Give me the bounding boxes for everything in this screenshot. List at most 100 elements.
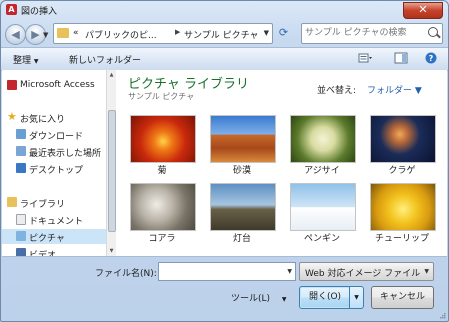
hydrangeas-image xyxy=(290,115,356,163)
file-type-dropdown-icon: ▼ xyxy=(424,268,429,275)
sort-label: 並べ替え: xyxy=(317,86,357,96)
breadcrumb-separator-icon[interactable]: ▶ xyxy=(175,28,180,36)
search-icon xyxy=(428,27,438,37)
thumbnail-caption: 菊 xyxy=(157,166,167,176)
thumbnail-caption: クラゲ xyxy=(388,166,416,176)
organize-label: 整理 xyxy=(13,56,32,66)
file-type-value: Web 対応イメージ ファイル xyxy=(305,269,421,279)
documents-icon xyxy=(16,214,26,225)
main-pane: Microsoft Access ★ お気に入り ダウンロード 最近表示した場所… xyxy=(2,70,447,257)
resize-grip-icon[interactable] xyxy=(438,311,446,319)
download-folder-icon xyxy=(16,129,26,139)
thumbnail-item[interactable]: ペンギン xyxy=(288,183,356,244)
tools-dropdown-icon: ▼ xyxy=(281,296,287,303)
desktop-icon xyxy=(16,163,26,173)
navigation-pane-scrollbar[interactable]: ▲ ▼ xyxy=(106,70,116,256)
tools-menu-button[interactable]: ツール(L) ▼ xyxy=(231,291,287,304)
scrollbar-thumb[interactable] xyxy=(108,110,116,232)
nav-item-label: ドキュメント xyxy=(29,217,84,227)
pictures-icon xyxy=(16,231,26,241)
lighthouse-image xyxy=(210,183,276,231)
thumbnail-item[interactable]: アジサイ xyxy=(288,115,356,176)
nav-item-label: 最近表示した場所 xyxy=(29,149,102,159)
nav-item-videos[interactable]: ビデオ xyxy=(2,246,106,256)
videos-icon xyxy=(16,248,26,256)
thumbnail-caption: アジサイ xyxy=(304,166,340,176)
cancel-button[interactable]: キャンセル xyxy=(371,286,434,309)
access-icon xyxy=(7,80,17,90)
jellyfish-image xyxy=(370,115,436,163)
nav-item-libraries[interactable]: ライブラリ xyxy=(2,195,106,210)
nav-item-label: Microsoft Access xyxy=(20,80,95,90)
navigation-bar: ◀ ▶ ▼ « パブリックのピ... ▶ サンプル ピクチャ ▼ ⟳ xyxy=(1,19,448,47)
filename-dropdown-icon[interactable]: ▼ xyxy=(287,268,292,275)
open-button[interactable]: 開く(O) xyxy=(299,286,351,309)
chrysanthemum-image xyxy=(130,115,196,163)
close-button[interactable]: ✕ xyxy=(403,2,443,19)
nav-item-desktop[interactable]: デスクトップ xyxy=(2,161,106,176)
thumbnail-caption: 砂漠 xyxy=(232,166,251,176)
thumbnail-caption: ペンギン xyxy=(303,234,340,244)
library-icon xyxy=(7,197,17,207)
change-view-icon[interactable] xyxy=(358,52,372,64)
preview-pane-icon[interactable] xyxy=(394,52,408,64)
address-bar[interactable]: « パブリックのピ... ▶ サンプル ピクチャ ▼ xyxy=(53,23,273,44)
thumbnail-caption: チューリップ xyxy=(374,234,429,244)
help-icon[interactable]: ? xyxy=(424,52,438,64)
window-title: 図の挿入 xyxy=(21,7,58,17)
insert-picture-dialog: A 図の挿入 ✕ ◀ ▶ ▼ « パブリックのピ... ▶ サンプル ピクチャ … xyxy=(0,0,449,322)
thumbnail-item[interactable]: チューリップ xyxy=(368,183,436,244)
dialog-footer: ファイル名(N): ▼ Web 対応イメージ ファイル ▼ ツール(L) ▼ 開… xyxy=(1,257,448,321)
thumbnail-item[interactable]: コアラ xyxy=(128,183,196,244)
nav-item-label: ダウンロード xyxy=(29,132,84,142)
organize-menu[interactable]: 整理 ▼ xyxy=(13,53,39,66)
nav-item-downloads[interactable]: ダウンロード xyxy=(2,127,106,142)
sort-by-dropdown[interactable]: フォルダー ▼ xyxy=(367,83,422,96)
tulips-image xyxy=(370,183,436,231)
address-dropdown-icon[interactable]: ▼ xyxy=(264,29,269,37)
filename-combobox[interactable]: ▼ xyxy=(158,262,296,281)
nav-item-recent-places[interactable]: 最近表示した場所 xyxy=(2,144,106,159)
nav-item-label: デスクトップ xyxy=(29,166,84,176)
recent-locations-dropdown-icon[interactable]: ▼ xyxy=(43,31,48,39)
file-type-select[interactable]: Web 対応イメージ ファイル ▼ xyxy=(299,262,434,281)
file-list-pane: ピクチャ ライブラリ サンプル ピクチャ 並べ替え: フォルダー ▼ 菊 砂漠 … xyxy=(116,70,447,256)
command-toolbar: 整理 ▼ 新しいフォルダー ? xyxy=(1,47,448,71)
recent-places-icon xyxy=(16,146,26,156)
thumbnail-item[interactable]: クラゲ xyxy=(368,115,436,176)
search-box[interactable] xyxy=(301,23,443,44)
filename-label: ファイル名(N): xyxy=(95,269,157,279)
tools-label: ツール(L) xyxy=(231,294,271,304)
nav-item-label: ピクチャ xyxy=(29,234,65,244)
organize-dropdown-icon: ▼ xyxy=(33,58,39,65)
nav-item-documents[interactable]: ドキュメント xyxy=(2,212,106,227)
title-bar: A 図の挿入 ✕ xyxy=(1,1,448,19)
new-folder-button[interactable]: 新しいフォルダー xyxy=(69,53,141,66)
address-overflow-chevron[interactable]: « xyxy=(73,28,79,38)
navigation-pane: Microsoft Access ★ お気に入り ダウンロード 最近表示した場所… xyxy=(2,70,106,256)
thumbnail-caption: 灯台 xyxy=(232,234,251,244)
scroll-up-icon[interactable]: ▲ xyxy=(108,72,115,78)
nav-item-microsoft-access[interactable]: Microsoft Access xyxy=(2,78,106,93)
koala-image xyxy=(130,183,196,231)
library-subtitle: サンプル ピクチャ xyxy=(128,92,195,101)
scroll-down-icon[interactable]: ▼ xyxy=(108,248,115,254)
folder-icon xyxy=(57,28,69,38)
star-icon: ★ xyxy=(7,110,17,123)
nav-item-label: ライブラリ xyxy=(20,200,66,210)
breadcrumb-sample-pictures[interactable]: サンプル ピクチャ xyxy=(184,28,259,41)
back-button[interactable]: ◀ xyxy=(5,24,26,45)
open-options-dropdown-icon[interactable]: ▼ xyxy=(349,286,364,309)
refresh-button[interactable]: ⟳ xyxy=(276,25,291,40)
thumbnail-caption: コアラ xyxy=(148,234,176,244)
filename-input[interactable] xyxy=(161,265,277,277)
thumbnail-item[interactable]: 灯台 xyxy=(208,183,276,244)
nav-item-label: お気に入り xyxy=(20,115,66,125)
nav-item-pictures[interactable]: ピクチャ xyxy=(2,229,106,244)
thumbnail-item[interactable]: 菊 xyxy=(128,115,196,176)
breadcrumb-public-pictures[interactable]: パブリックのピ... xyxy=(85,28,157,41)
nav-item-favorites[interactable]: ★ お気に入り xyxy=(2,110,106,125)
search-input[interactable] xyxy=(305,26,415,39)
library-title: ピクチャ ライブラリ xyxy=(128,77,250,92)
thumbnail-item[interactable]: 砂漠 xyxy=(208,115,276,176)
